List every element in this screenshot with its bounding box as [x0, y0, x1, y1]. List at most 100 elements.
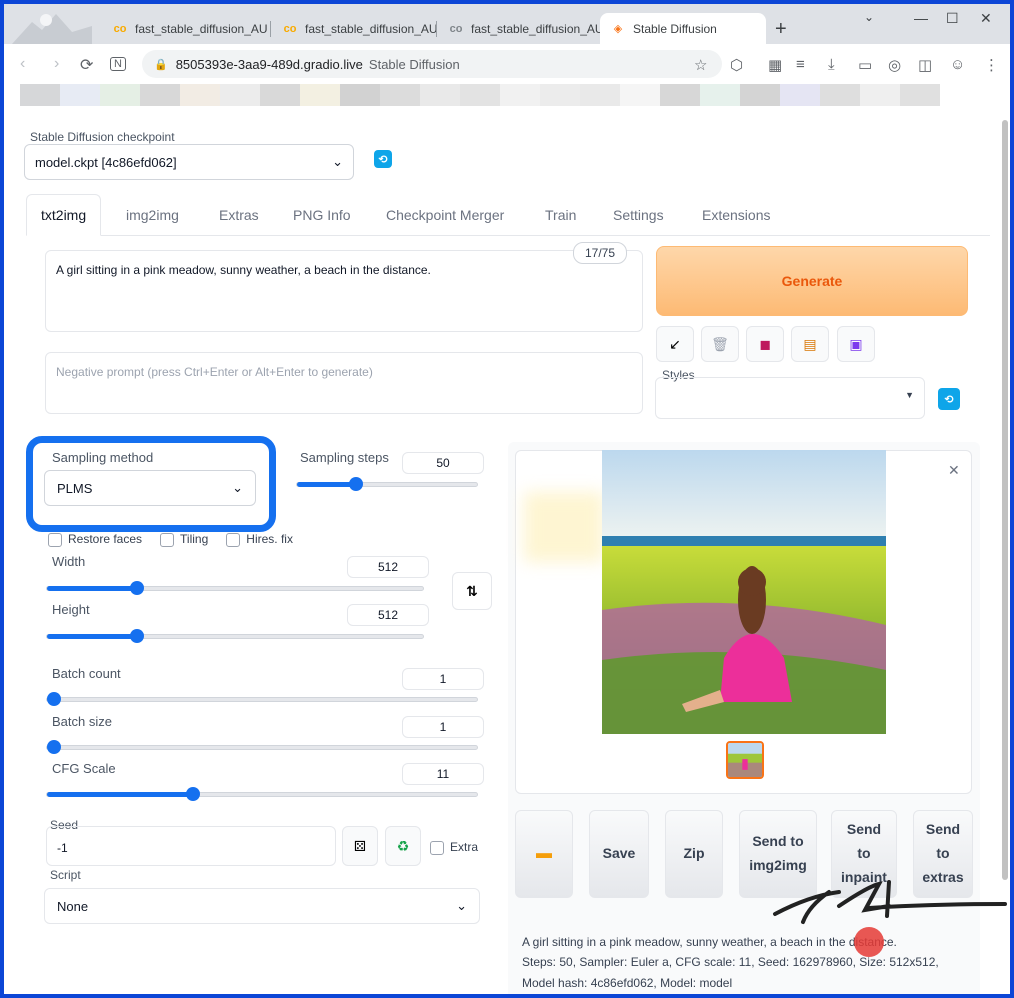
bookmark-star-icon[interactable]: ☆ [694, 56, 707, 74]
forward-icon[interactable]: › [54, 55, 59, 73]
send-to-extras-button[interactable]: Send to extras [913, 810, 973, 898]
reading-list-icon[interactable]: ≡ [796, 56, 805, 73]
save-button[interactable]: Save [589, 810, 649, 898]
chevron-down-icon: ⌄ [456, 898, 467, 913]
clipboard-icon[interactable]: ▤ [791, 326, 829, 362]
send-to-img2img-button[interactable]: Send to img2img [739, 810, 817, 898]
restore-faces-checkbox[interactable]: Restore faces [48, 532, 142, 547]
generated-image[interactable] [602, 450, 886, 734]
batch-count-input[interactable]: 1 [402, 668, 484, 690]
batch-size-input[interactable]: 1 [402, 716, 484, 738]
menu-icon[interactable]: ⋮ [984, 56, 999, 74]
refresh-icon[interactable]: ⟲ [374, 150, 392, 168]
reload-icon[interactable]: ⟳ [80, 55, 93, 75]
sampling-steps-label: Sampling steps [300, 450, 389, 465]
minimize-icon[interactable]: — [914, 10, 928, 26]
open-folder-button[interactable]: ▬ [515, 810, 573, 898]
batch-size-label: Batch size [52, 714, 112, 729]
prompt-input[interactable]: A girl sitting in a pink meadow, sunny w… [45, 250, 643, 332]
tab-img2img[interactable]: img2img [126, 194, 179, 236]
hires-fix-checkbox[interactable]: Hires. fix [226, 532, 293, 547]
styles-refresh-icon[interactable]: ⟲ [938, 388, 960, 410]
batch-count-slider[interactable] [46, 692, 478, 706]
colab-icon: co [449, 22, 463, 35]
back-icon[interactable]: ‹ [20, 55, 25, 73]
profile-icon[interactable]: ☺ [950, 56, 965, 73]
browser-tab-title: Stable Diffusion [633, 21, 717, 36]
page-scrollbar[interactable] [1002, 120, 1008, 880]
cast-icon[interactable]: ▭ [858, 56, 872, 74]
browser-tab-active[interactable]: ◈ Stable Diffusion [600, 13, 766, 44]
arrow-icon[interactable]: ↙ [656, 326, 694, 362]
recycle-icon[interactable]: ♻ [385, 826, 421, 866]
address-bar[interactable]: 🔒 8505393e-3aa9-489d.gradio.live Stable … [142, 50, 722, 78]
save-icon[interactable]: ▣ [837, 326, 875, 362]
tab-extras[interactable]: Extras [219, 194, 259, 236]
new-tab-button[interactable]: + [775, 18, 787, 41]
width-slider[interactable] [46, 581, 424, 595]
browser-tab-1[interactable]: co fast_stable_diffusion_AU [102, 13, 278, 44]
close-icon[interactable]: ✕ [948, 462, 960, 479]
info-prompt: A girl sitting in a pink meadow, sunny w… [522, 935, 897, 949]
tab-settings[interactable]: Settings [613, 194, 664, 236]
send-to-inpaint-button[interactable]: Send to inpaint [831, 810, 897, 898]
button-label: Send [846, 821, 882, 838]
swap-dimensions-icon[interactable]: ⇅ [452, 572, 492, 610]
flag-icon[interactable]: ▦ [768, 56, 782, 74]
sampling-method-select[interactable]: PLMS ⌄ [44, 470, 256, 506]
cfg-scale-slider[interactable] [46, 787, 478, 801]
gallery-thumbnail[interactable] [726, 741, 764, 779]
tab-png-info[interactable]: PNG Info [293, 194, 351, 236]
tab-train[interactable]: Train [545, 194, 576, 236]
dice-icon[interactable]: ⚄ [342, 826, 378, 866]
page-title-text: Stable Diffusion [368, 56, 460, 72]
tiling-checkbox[interactable]: Tiling [160, 532, 208, 547]
tab-search-icon[interactable]: ⌄ [864, 10, 874, 24]
download-icon[interactable]: ⤓ [828, 56, 835, 73]
tab-extensions[interactable]: Extensions [702, 194, 770, 236]
close-window-icon[interactable]: ✕ [980, 10, 992, 27]
sidebar-icon[interactable]: ◫ [918, 56, 932, 74]
tab-checkpoint-merger[interactable]: Checkpoint Merger [386, 194, 504, 236]
sampling-steps-input[interactable]: 50 [402, 452, 484, 474]
generate-button[interactable]: Generate [656, 246, 968, 316]
sampling-steps-slider[interactable] [296, 477, 478, 491]
sampling-method-label: Sampling method [52, 450, 154, 465]
maximize-icon[interactable]: ☐ [946, 10, 959, 27]
info-model: Model hash: 4c86efd062, Model: model [522, 975, 733, 990]
bookmark-icon[interactable]: ◼ [746, 326, 784, 362]
script-value: None [57, 898, 89, 914]
browser-tab-2[interactable]: co fast_stable_diffusion_AU [272, 13, 448, 44]
height-slider[interactable] [46, 629, 424, 643]
reader-icon[interactable]: N [110, 57, 126, 71]
address-toolbar: ‹ › ⟳ N 🔒 8505393e-3aa9-489d.gradio.live… [4, 44, 1010, 84]
extension-icon[interactable]: ⬡ [730, 56, 743, 74]
checkpoint-select[interactable]: model.ckpt [4c86efd062] ⌄ [24, 144, 354, 180]
tab-txt2img[interactable]: txt2img [26, 194, 102, 236]
zip-button[interactable]: Zip [665, 810, 723, 898]
gradio-icon: ◈ [613, 23, 623, 35]
cfg-scale-input[interactable]: 11 [402, 763, 484, 785]
extra-checkbox[interactable]: Extra [430, 840, 478, 855]
script-select[interactable]: None ⌄ [44, 888, 480, 924]
cfg-scale-label: CFG Scale [52, 761, 116, 776]
width-input[interactable]: 512 [347, 556, 429, 578]
width-label: Width [52, 554, 86, 569]
styles-select[interactable]: ▼ [655, 377, 925, 419]
batch-size-slider[interactable] [46, 740, 478, 754]
button-label: to [936, 845, 950, 862]
trash-icon[interactable]: 🗑 [701, 326, 739, 362]
chevron-down-icon: ⌄ [232, 480, 243, 495]
app-tabs: txt2img img2img Extras PNG Info Checkpoi… [26, 194, 990, 236]
negative-prompt-input[interactable]: Negative prompt (press Ctrl+Enter or Alt… [45, 352, 643, 414]
button-label: to [857, 845, 871, 862]
screenshot-icon[interactable]: ◎ [888, 56, 901, 74]
seed-input[interactable]: -1 [46, 826, 336, 866]
extra-label: Extra [450, 840, 479, 854]
profile-art-icon [12, 14, 92, 44]
browser-window: co fast_stable_diffusion_AU co fast_stab… [4, 4, 1010, 994]
blurred-preview [524, 492, 604, 562]
browser-tab-3[interactable]: co fast_stable_diffusion_AU [438, 13, 614, 44]
height-input[interactable]: 512 [347, 604, 429, 626]
caret-down-icon: ▼ [905, 390, 914, 400]
